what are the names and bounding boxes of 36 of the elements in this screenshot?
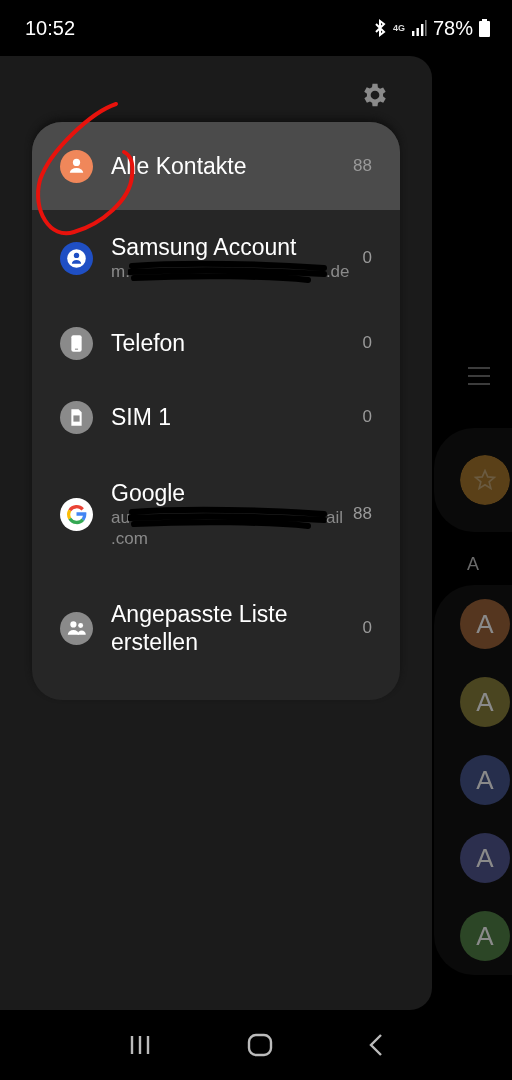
account-name: SIM 1 xyxy=(111,403,173,431)
contact-count: 0 xyxy=(362,248,372,268)
account-name: Telefon xyxy=(111,329,187,357)
account-address: m. xyxy=(111,262,130,282)
back-icon[interactable] xyxy=(368,1033,385,1057)
account-name: Samsung Account xyxy=(111,233,298,261)
contact-avatar[interactable]: A xyxy=(460,755,510,805)
contact-avatar[interactable]: A xyxy=(460,833,510,883)
people-icon xyxy=(60,611,93,645)
clock: 10:52 xyxy=(25,16,76,40)
contact-count: 0 xyxy=(362,333,372,353)
account-icon xyxy=(60,241,93,275)
google-icon xyxy=(60,497,93,531)
account-name: Angepasste Liste erstellen xyxy=(111,600,289,656)
account-item[interactable]: Telefon 0 xyxy=(32,306,400,380)
phone-icon xyxy=(60,326,93,360)
section-letter: A xyxy=(467,554,479,575)
account-address: ail xyxy=(325,508,343,528)
account-address: .com xyxy=(111,529,149,549)
sim-card-icon xyxy=(60,400,93,434)
account-name: Google xyxy=(111,479,187,507)
account-item[interactable]: Angepasste Liste erstellen 0 xyxy=(32,574,400,682)
bluetooth-icon xyxy=(372,19,387,37)
contact-count: 88 xyxy=(353,156,372,176)
signal-icon xyxy=(410,20,427,36)
account-item[interactable]: SIM 1 0 xyxy=(32,380,400,454)
contact-count: 0 xyxy=(362,407,372,427)
battery-icon xyxy=(479,19,490,37)
home-icon[interactable] xyxy=(247,1033,273,1057)
battery-level: 78% xyxy=(432,16,473,40)
network-type: 4G xyxy=(392,23,405,33)
account-item[interactable]: Samsung Account m. .de 0 xyxy=(32,210,400,306)
account-address: .de xyxy=(325,262,350,282)
person-icon xyxy=(60,149,93,183)
contact-count: 88 xyxy=(353,504,372,524)
contact-count: 0 xyxy=(362,618,372,638)
